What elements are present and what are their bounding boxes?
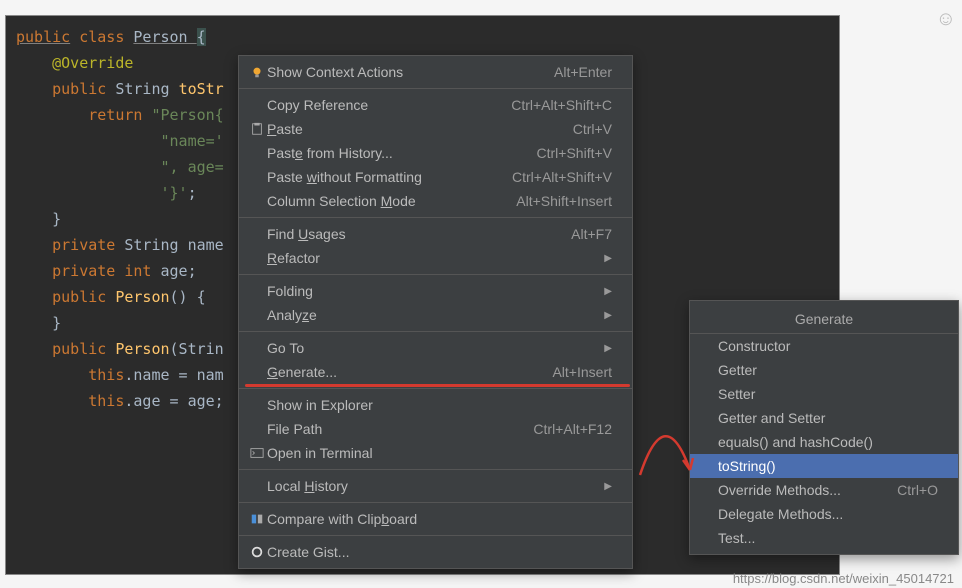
menu-label: Test... xyxy=(718,530,938,546)
menu-item[interactable]: Create Gist... xyxy=(239,540,632,564)
watermark: https://blog.csdn.net/weixin_45014721 xyxy=(733,571,954,586)
generate-submenu: Generate Constructor Getter Setter Getter an… xyxy=(689,300,959,555)
menu-item[interactable]: Constructor xyxy=(690,334,958,358)
shortcut: Ctrl+O xyxy=(897,482,938,498)
bulb-icon xyxy=(247,65,267,79)
menu-item[interactable]: Local History ▶ xyxy=(239,474,632,498)
compare-icon xyxy=(247,512,267,526)
menu-label: equals() and hashCode() xyxy=(718,434,938,450)
menu-item[interactable]: Override Methods... Ctrl+O xyxy=(690,478,958,502)
shortcut: Ctrl+V xyxy=(573,121,612,137)
menu-item[interactable]: equals() and hashCode() xyxy=(690,430,958,454)
shortcut: Ctrl+Alt+F12 xyxy=(533,421,612,437)
menu-item[interactable]: Delegate Methods... xyxy=(690,502,958,526)
menu-label: Getter and Setter xyxy=(718,410,938,426)
menu-item[interactable]: Generate... Alt+Insert xyxy=(239,360,632,384)
menu-item[interactable]: toString() xyxy=(690,454,958,478)
menu-item[interactable]: Find Usages Alt+F7 xyxy=(239,222,632,246)
menu-label: Constructor xyxy=(718,338,938,354)
menu-item[interactable]: File Path Ctrl+Alt+F12 xyxy=(239,417,632,441)
submenu-arrow-icon: ▶ xyxy=(604,253,612,264)
menu-label: Paste xyxy=(267,121,543,137)
menu-item[interactable]: Test... xyxy=(690,526,958,550)
menu-label: Open in Terminal xyxy=(267,445,612,461)
shortcut: Ctrl+Alt+Shift+V xyxy=(512,169,612,185)
paste-icon xyxy=(247,122,267,136)
menu-item[interactable]: Getter xyxy=(690,358,958,382)
menu-item[interactable]: Paste without Formatting Ctrl+Alt+Shift+V xyxy=(239,165,632,189)
shortcut: Alt+Enter xyxy=(554,64,612,80)
menu-item[interactable]: Paste from History... Ctrl+Shift+V xyxy=(239,141,632,165)
menu-label: toString() xyxy=(718,458,938,474)
submenu-arrow-icon: ▶ xyxy=(604,343,612,354)
menu-item[interactable]: Show in Explorer xyxy=(239,393,632,417)
menu-label: Copy Reference xyxy=(267,97,481,113)
menu-item[interactable]: Setter xyxy=(690,382,958,406)
menu-item[interactable]: Compare with Clipboard xyxy=(239,507,632,531)
menu-label: Column Selection Mode xyxy=(267,193,486,209)
menu-item[interactable]: Paste Ctrl+V xyxy=(239,117,632,141)
shortcut: Alt+Insert xyxy=(552,364,612,380)
menu-item[interactable]: Open in Terminal xyxy=(239,441,632,465)
menu-label: Delegate Methods... xyxy=(718,506,938,522)
menu-label: Getter xyxy=(718,362,938,378)
menu-item[interactable]: Show Context Actions Alt+Enter xyxy=(239,60,632,84)
submenu-arrow-icon: ▶ xyxy=(604,286,612,297)
menu-item[interactable]: Copy Reference Ctrl+Alt+Shift+C xyxy=(239,93,632,117)
menu-item[interactable]: Go To ▶ xyxy=(239,336,632,360)
menu-label: Generate... xyxy=(267,364,522,380)
menu-label: Analyze xyxy=(267,307,574,323)
menu-label: Override Methods... xyxy=(718,482,867,498)
shortcut: Alt+Shift+Insert xyxy=(516,193,612,209)
github-icon xyxy=(247,545,267,559)
menu-label: Go To xyxy=(267,340,574,356)
submenu-arrow-icon: ▶ xyxy=(604,310,612,321)
menu-label: Paste without Formatting xyxy=(267,169,482,185)
annotation-underline xyxy=(245,384,630,387)
menu-label: Show Context Actions xyxy=(267,64,524,80)
menu-label: Show in Explorer xyxy=(267,397,612,413)
menu-label: Paste from History... xyxy=(267,145,507,161)
menu-item[interactable]: Column Selection Mode Alt+Shift+Insert xyxy=(239,189,632,213)
shortcut: Ctrl+Alt+Shift+C xyxy=(511,97,612,113)
menu-item[interactable]: Folding ▶ xyxy=(239,279,632,303)
shortcut: Ctrl+Shift+V xyxy=(537,145,612,161)
terminal-icon xyxy=(247,446,267,460)
menu-item[interactable]: Analyze ▶ xyxy=(239,303,632,327)
submenu-title: Generate xyxy=(690,305,958,334)
menu-label: Local History xyxy=(267,478,574,494)
menu-label: Folding xyxy=(267,283,574,299)
menu-item[interactable]: Refactor ▶ xyxy=(239,246,632,270)
menu-label: Setter xyxy=(718,386,938,402)
menu-label: Create Gist... xyxy=(267,544,612,560)
menu-label: File Path xyxy=(267,421,503,437)
submenu-arrow-icon: ▶ xyxy=(604,481,612,492)
shortcut: Alt+F7 xyxy=(571,226,612,242)
menu-label: Refactor xyxy=(267,250,574,266)
menu-label: Compare with Clipboard xyxy=(267,511,612,527)
emoji-icon: ☺ xyxy=(936,8,956,31)
menu-item[interactable]: Getter and Setter xyxy=(690,406,958,430)
menu-label: Find Usages xyxy=(267,226,541,242)
context-menu: Show Context Actions Alt+Enter Copy Refere… xyxy=(238,55,633,569)
